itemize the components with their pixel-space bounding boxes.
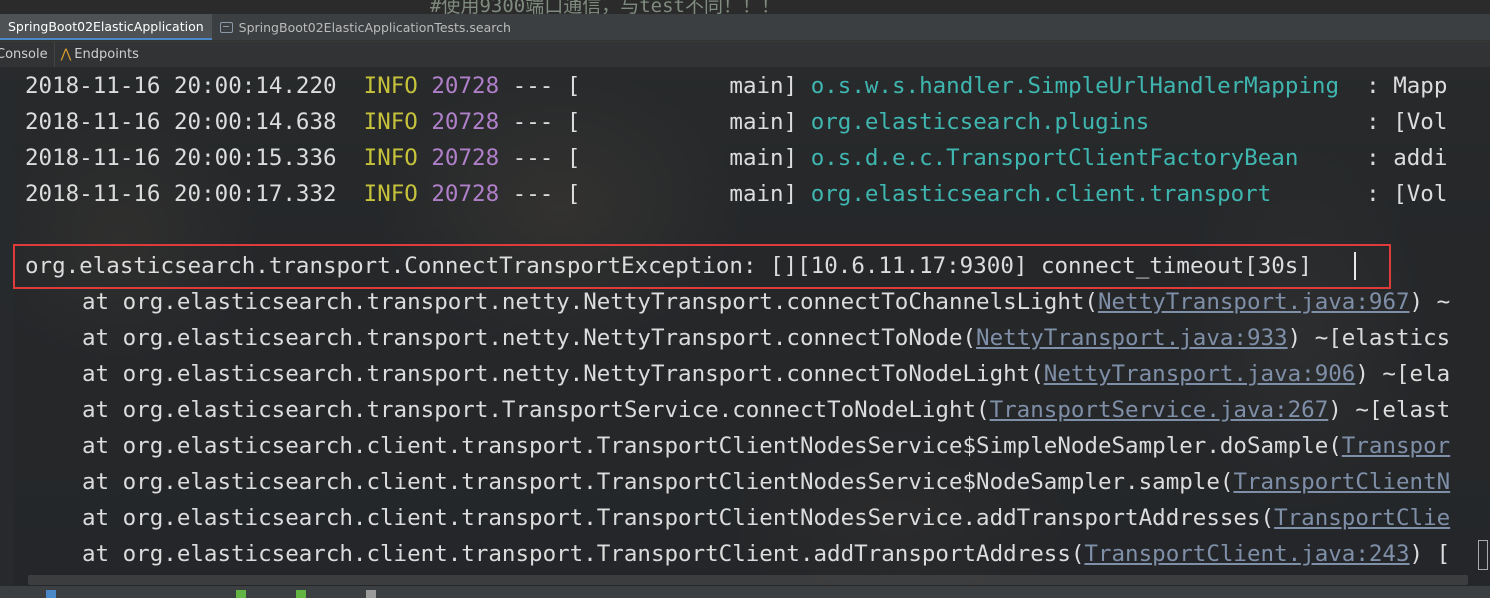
- run-tab-application[interactable]: SpringBoot02ElasticApplication: [0, 14, 212, 40]
- stack-trace-line: at org.elasticsearch.transport.netty.Net…: [82, 287, 1450, 317]
- log-thread: main]: [729, 145, 798, 171]
- trace-frame: at org.elasticsearch.client.transport.Tr…: [82, 433, 1342, 459]
- error-highlight-box: [13, 244, 1391, 289]
- log-timestamp: 2018-11-16 20:00:15.336: [25, 145, 337, 171]
- run-icon[interactable]: [296, 590, 306, 598]
- source-link[interactable]: NettyTransport.java:906: [1044, 361, 1356, 387]
- log-level: INFO: [363, 109, 418, 135]
- endpoints-icon: ⋀: [60, 47, 72, 62]
- log-message: : addi: [1366, 145, 1448, 171]
- run-tab-bar: SpringBoot02ElasticApplication SpringBoo…: [0, 14, 1490, 41]
- log-timestamp: 2018-11-16 20:00:14.638: [25, 109, 337, 135]
- source-link[interactable]: TransportClie: [1274, 505, 1450, 531]
- trace-frame: at org.elasticsearch.transport.netty.Net…: [82, 325, 977, 351]
- log-level: INFO: [363, 145, 418, 171]
- editor-comment: #使用9300端口通信，与test不同！！！: [430, 0, 780, 14]
- source-link[interactable]: TransportService.java:267: [990, 397, 1329, 423]
- console-gutter: [0, 68, 14, 598]
- log-message: : Mapp: [1366, 73, 1448, 99]
- trace-suffix: ) ~[ela: [1355, 361, 1451, 387]
- trace-frame: at org.elasticsearch.transport.netty.Net…: [82, 361, 1044, 387]
- log-logger: org.elasticsearch.plugins: [810, 109, 1150, 135]
- log-line: 2018-11-16 20:00:15.336 INFO 20728 --- […: [25, 143, 1447, 173]
- log-line: 2018-11-16 20:00:14.638 INFO 20728 --- […: [25, 107, 1447, 137]
- stack-trace-line: at org.elasticsearch.client.transport.Tr…: [82, 539, 1450, 569]
- tab-endpoints[interactable]: ⋀ Endpoints: [55, 42, 143, 67]
- log-timestamp: 2018-11-16 20:00:14.220: [25, 73, 337, 99]
- source-link[interactable]: NettyTransport.java:967: [1098, 289, 1410, 315]
- log-pid: 20728: [431, 109, 500, 135]
- trace-suffix: ) ~: [1409, 289, 1451, 315]
- stack-trace-line: at org.elasticsearch.transport.netty.Net…: [82, 359, 1450, 389]
- stack-trace-line: at org.elasticsearch.client.transport.Tr…: [82, 431, 1450, 461]
- log-level: INFO: [363, 73, 418, 99]
- source-link[interactable]: TransportClient.java:243: [1084, 541, 1409, 567]
- log-separator: --- [: [512, 109, 581, 135]
- log-message: : [Vol: [1366, 109, 1448, 135]
- log-pid: 20728: [431, 73, 500, 99]
- log-separator: --- [: [512, 145, 581, 171]
- log-logger: o.s.d.e.c.TransportClientFactoryBean: [810, 145, 1299, 171]
- trace-frame: at org.elasticsearch.client.transport.Tr…: [82, 505, 1275, 531]
- log-pid: 20728: [431, 145, 500, 171]
- stack-trace-line: at org.elasticsearch.transport.Transport…: [82, 395, 1450, 425]
- log-message: : [Vol: [1366, 181, 1448, 207]
- log-pid: 20728: [431, 181, 500, 207]
- tab-endpoints-label: Endpoints: [74, 47, 139, 62]
- tool-window-icon[interactable]: [46, 590, 56, 598]
- log-line: 2018-11-16 20:00:14.220 INFO 20728 --- […: [25, 71, 1447, 101]
- log-logger: org.elasticsearch.client.transport: [810, 181, 1272, 207]
- todo-icon[interactable]: [366, 590, 376, 598]
- stack-trace-line: at org.elasticsearch.client.transport.Tr…: [82, 503, 1450, 533]
- run-tab-tests-search[interactable]: SpringBoot02ElasticApplicationTests.sear…: [212, 14, 519, 40]
- log-separator: --- [: [512, 73, 581, 99]
- trace-suffix: ) ~[elast: [1328, 397, 1451, 423]
- run-tab-label: SpringBoot02ElasticApplicationTests.sear…: [238, 19, 511, 35]
- trace-frame: at org.elasticsearch.transport.netty.Net…: [82, 289, 1098, 315]
- log-timestamp: 2018-11-16 20:00:17.332: [25, 181, 337, 207]
- log-thread: main]: [729, 181, 798, 207]
- stack-trace-line: at org.elasticsearch.client.transport.Tr…: [82, 467, 1450, 497]
- stack-trace-line: at org.elasticsearch.transport.netty.Net…: [82, 323, 1450, 353]
- source-link[interactable]: NettyTransport.java:933: [976, 325, 1288, 351]
- run-tab-label: SpringBoot02ElasticApplication: [8, 18, 204, 34]
- trace-suffix: ) [: [1409, 541, 1451, 567]
- trace-frame: at org.elasticsearch.client.transport.Tr…: [82, 469, 1234, 495]
- source-link[interactable]: Transpor: [1342, 433, 1450, 459]
- log-logger: o.s.w.s.handler.SimpleUrlHandlerMapping: [810, 73, 1340, 99]
- run-config-icon: [219, 21, 233, 33]
- tab-console[interactable]: Console: [0, 42, 55, 67]
- console-sub-tab-bar: Console ⋀ Endpoints: [0, 42, 1490, 68]
- tool-window-bar: [0, 586, 1490, 598]
- trace-suffix: ) ~[elastics: [1287, 325, 1451, 351]
- source-link[interactable]: TransportClientN: [1233, 469, 1450, 495]
- log-level: INFO: [363, 181, 418, 207]
- editor-partial-line: #使用9300端口通信，与test不同！！！: [0, 0, 1490, 14]
- tool-window-icon[interactable]: [236, 590, 246, 598]
- trace-frame: at org.elasticsearch.client.transport.Tr…: [82, 541, 1085, 567]
- log-thread: main]: [729, 109, 798, 135]
- tab-console-label: Console: [0, 47, 48, 62]
- log-line: 2018-11-16 20:00:17.332 INFO 20728 --- […: [25, 179, 1447, 209]
- horizontal-scrollbar[interactable]: [28, 575, 1468, 585]
- fold-marker: [1478, 540, 1488, 570]
- log-thread: main]: [729, 73, 798, 99]
- trace-frame: at org.elasticsearch.transport.Transport…: [82, 397, 990, 423]
- log-separator: --- [: [512, 181, 581, 207]
